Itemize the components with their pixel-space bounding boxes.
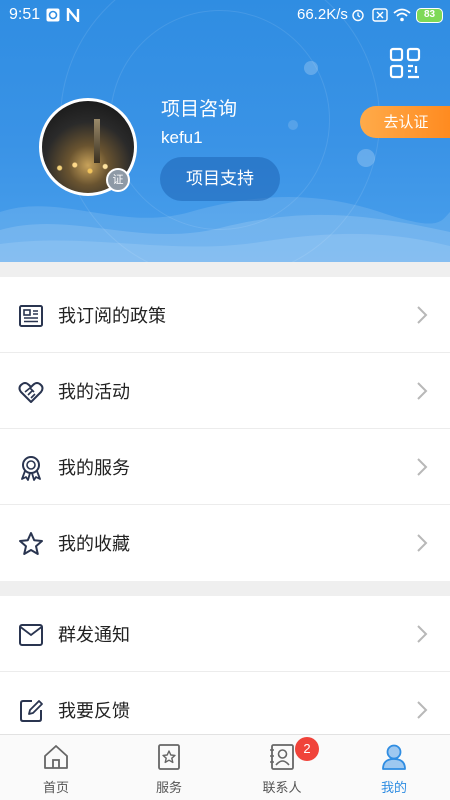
menu-label: 群发通知 — [58, 625, 130, 646]
service-icon — [158, 744, 180, 770]
chevron-right-icon — [417, 306, 428, 324]
certification-badge: 证 — [106, 168, 130, 192]
notification-icon — [46, 8, 60, 22]
tab-label: 首页 — [42, 781, 69, 796]
project-support-button[interactable]: 项目支持 — [160, 157, 280, 201]
contacts-unread-badge: 2 — [295, 737, 319, 761]
contacts-icon — [270, 744, 294, 770]
chevron-right-icon — [417, 701, 428, 719]
menu-group-secondary: 群发通知 我要反馈 — [0, 596, 450, 748]
tab-services[interactable]: 服务 — [113, 735, 225, 800]
status-bar: 9:51 66.2K/s 83 — [0, 0, 450, 32]
chevron-right-icon — [417, 534, 428, 552]
chevron-right-icon — [417, 458, 428, 476]
tab-label: 服务 — [155, 781, 182, 796]
menu-label: 我的活动 — [58, 382, 130, 403]
menu-item-broadcast-notice[interactable]: 群发通知 — [0, 596, 450, 672]
menu-item-subscribed-policies[interactable]: 我订阅的政策 — [0, 277, 450, 353]
handshake-heart-icon — [18, 382, 44, 403]
qr-code-icon[interactable] — [389, 47, 421, 79]
bottom-tab-bar: 首页 服务 联系人 我的 — [0, 734, 450, 800]
menu-item-my-services[interactable]: 我的服务 — [0, 429, 450, 505]
tab-label: 联系人 — [262, 781, 302, 796]
user-title: 项目咨询 — [161, 98, 238, 120]
sim-icon — [372, 8, 388, 22]
battery-indicator: 83 — [416, 8, 443, 23]
edit-icon — [20, 700, 43, 722]
menu-label: 我订阅的政策 — [58, 306, 166, 327]
menu-label: 我要反馈 — [58, 701, 130, 722]
status-time: 9:51 — [9, 6, 41, 23]
menu-label: 我的服务 — [58, 458, 130, 479]
wifi-icon — [393, 8, 411, 22]
award-ribbon-icon — [21, 456, 41, 481]
tab-home[interactable]: 首页 — [0, 735, 112, 800]
policy-document-icon — [19, 305, 43, 327]
tab-mine[interactable]: 我的 — [338, 735, 450, 800]
decor-bubble — [288, 120, 298, 130]
tab-label: 我的 — [380, 781, 407, 796]
tab-contacts[interactable]: 联系人 — [226, 735, 338, 800]
n-app-icon — [66, 8, 80, 22]
menu-item-my-activities[interactable]: 我的活动 — [0, 353, 450, 429]
home-icon — [44, 745, 68, 769]
envelope-icon — [19, 624, 43, 646]
certify-button[interactable]: 去认证 — [360, 106, 450, 138]
alarm-icon — [352, 9, 364, 22]
user-icon — [382, 744, 406, 770]
chevron-right-icon — [417, 625, 428, 643]
decor-bubble — [357, 149, 375, 167]
chevron-right-icon — [417, 382, 428, 400]
menu-group-primary: 我订阅的政策 我的活动 我的服务 我的收藏 — [0, 277, 450, 581]
username: kefu1 — [161, 128, 203, 147]
menu-label: 我的收藏 — [58, 534, 130, 555]
menu-item-my-favorites[interactable]: 我的收藏 — [0, 505, 450, 581]
star-icon — [19, 532, 43, 555]
network-speed: 66.2K/s — [297, 6, 348, 23]
decor-bubble — [304, 61, 318, 75]
